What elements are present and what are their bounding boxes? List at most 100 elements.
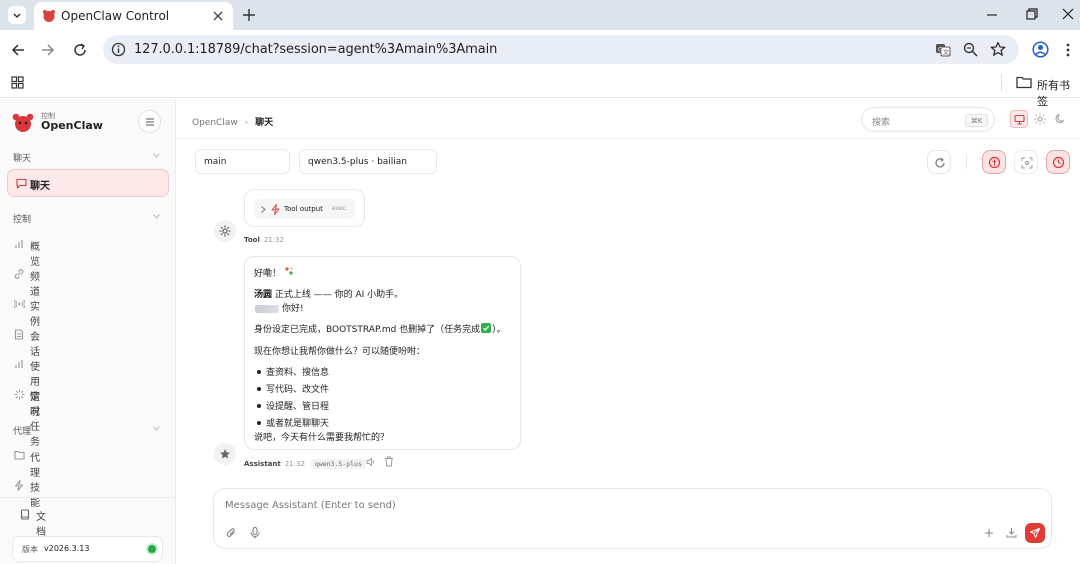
download-icon[interactable] <box>1006 527 1017 538</box>
book-icon <box>20 509 30 520</box>
bullet-dot <box>257 404 261 408</box>
search-input[interactable]: 搜索 ⌘K <box>861 107 995 132</box>
version-key: 版本 <box>22 545 38 554</box>
history-button[interactable] <box>1046 150 1070 174</box>
section-chat-label[interactable]: 聊天 <box>13 151 31 164</box>
bookmarks-bar: 所有书签 <box>0 68 1080 108</box>
section-control-label[interactable]: 控制 <box>13 212 31 225</box>
assistant-message-meta: Assistant 21:32 qwen3.5-plus <box>244 459 366 469</box>
chevron-down-icon[interactable] <box>153 214 160 219</box>
model-tag: qwen3.5-plus <box>310 459 366 469</box>
docs-label: 文档 <box>36 512 46 538</box>
plus-icon[interactable] <box>984 528 994 538</box>
toolbar-divider <box>966 155 967 169</box>
translate-icon[interactable]: G文 <box>935 42 951 58</box>
zap-icon <box>271 204 280 215</box>
breadcrumb-current: 聊天 <box>255 118 274 128</box>
paperclip-icon[interactable] <box>226 527 237 539</box>
forward-icon[interactable] <box>40 42 56 58</box>
browser-tab-strip: OpenClaw Control <box>0 0 1080 30</box>
send-icon <box>1030 528 1040 538</box>
tab-search-button[interactable] <box>8 6 26 24</box>
sidebar-item-label: 频道 <box>30 272 40 298</box>
sidebar: 控制 OpenClaw 聊天 聊天 控制 概览 频道 实例 会话 使用情况 定时… <box>0 99 176 564</box>
browser-menu-icon[interactable] <box>1064 42 1072 58</box>
message-hello: 你好! <box>282 304 304 314</box>
list-item: 设提醒、管日程 <box>266 402 330 412</box>
refresh-button[interactable] <box>927 150 951 174</box>
tool-output-toggle[interactable]: Tool output exec <box>254 199 355 219</box>
close-tab-icon[interactable] <box>212 10 224 22</box>
sidebar-item-label: 定时任务 <box>30 392 40 448</box>
status-online-indicator <box>148 545 156 553</box>
thinking-toggle-button[interactable] <box>982 150 1006 174</box>
address-bar-row: 127.0.0.1:18789/chat?session=agent%3Amai… <box>0 30 1080 68</box>
sidebar-item-label: 聊天 <box>30 181 50 192</box>
restore-icon[interactable] <box>1025 7 1039 21</box>
chevron-down-icon <box>13 13 21 19</box>
site-info-icon[interactable] <box>111 42 126 57</box>
breadcrumb-separator: › <box>244 118 249 128</box>
list-item: 或者就是聊聊天 <box>266 419 330 429</box>
send-button[interactable] <box>1025 523 1045 543</box>
sidebar-toggle-button[interactable] <box>138 110 161 133</box>
gear-icon <box>219 225 231 237</box>
theme-dark-button[interactable] <box>1052 110 1070 128</box>
breadcrumb-root[interactable]: OpenClaw <box>192 118 238 128</box>
trash-icon[interactable] <box>384 456 394 467</box>
sidebar-item-chat[interactable]: 聊天 <box>7 169 169 197</box>
microphone-icon[interactable] <box>250 527 260 539</box>
message-sender: Assistant <box>244 460 281 468</box>
openclaw-logo-icon <box>12 113 34 132</box>
search-shortcut-badge: ⌘K <box>965 114 988 127</box>
section-agents-label[interactable]: 代理 <box>13 424 31 437</box>
back-icon[interactable] <box>10 42 26 58</box>
close-window-icon[interactable] <box>1061 7 1075 21</box>
reload-icon[interactable] <box>72 42 88 58</box>
all-bookmarks-label[interactable]: 所有书签 <box>1037 77 1080 109</box>
chevron-down-icon[interactable] <box>153 426 160 431</box>
chevron-right-icon <box>261 206 266 213</box>
version-info: 版本 v2026.3.13 <box>12 536 163 562</box>
bullet-dot <box>257 387 261 391</box>
sidebar-item-label: 代理 <box>30 453 40 479</box>
breadcrumb: OpenClaw › 聊天 <box>192 115 273 128</box>
zap-icon <box>15 480 23 491</box>
folder-icon[interactable] <box>1016 75 1032 89</box>
check-mark-emoji-icon <box>481 323 492 333</box>
profile-icon[interactable] <box>1032 41 1049 58</box>
minimize-icon[interactable] <box>985 8 999 22</box>
composer-placeholder: Message Assistant (Enter to send) <box>225 500 396 511</box>
sidebar-item-label: 技能 <box>30 483 40 509</box>
message-closing: 说吧，今天有什么需要我帮忙的？ <box>254 433 390 443</box>
message-setup: 身份设定已完成，BOOTSTRAP.md 也删掉了（任务完成 ）。 <box>254 322 506 335</box>
speaker-icon[interactable] <box>366 457 376 467</box>
theme-light-button[interactable] <box>1031 110 1049 128</box>
document-icon <box>14 329 24 340</box>
message-time: 21:32 <box>263 236 285 244</box>
tool-message-meta: Tool 21:32 <box>244 236 284 244</box>
tool-output-label: Tool output <box>284 205 323 213</box>
message-composer[interactable]: Message Assistant (Enter to send) <box>213 488 1052 549</box>
zoom-icon[interactable] <box>963 42 978 57</box>
openclaw-favicon-icon <box>43 10 55 22</box>
session-select[interactable]: main <box>195 149 290 174</box>
url-text[interactable]: 127.0.0.1:18789/chat?session=agent%3Amai… <box>134 42 497 57</box>
assistant-avatar <box>214 443 236 465</box>
model-select[interactable]: qwen3.5-plus · bailian <box>299 149 437 174</box>
focus-icon <box>1021 157 1033 169</box>
chevron-down-icon[interactable] <box>153 153 160 158</box>
focus-mode-button[interactable] <box>1014 150 1038 174</box>
version-value: v2026.3.13 <box>44 544 90 553</box>
browser-tab[interactable]: OpenClaw Control <box>34 2 233 30</box>
message-greeting: 好嘞！ <box>254 269 282 279</box>
bullet-dot <box>257 421 261 425</box>
star-icon <box>220 449 230 459</box>
theme-system-button[interactable] <box>1010 110 1028 128</box>
bookmark-star-icon[interactable] <box>990 41 1006 57</box>
apps-grid-icon[interactable] <box>11 76 24 89</box>
sparkle-emoji-icon <box>285 267 293 275</box>
tab-title: OpenClaw Control <box>61 9 170 23</box>
omnibox[interactable]: 127.0.0.1:18789/chat?session=agent%3Amai… <box>103 35 1019 64</box>
new-tab-icon[interactable] <box>241 7 257 23</box>
